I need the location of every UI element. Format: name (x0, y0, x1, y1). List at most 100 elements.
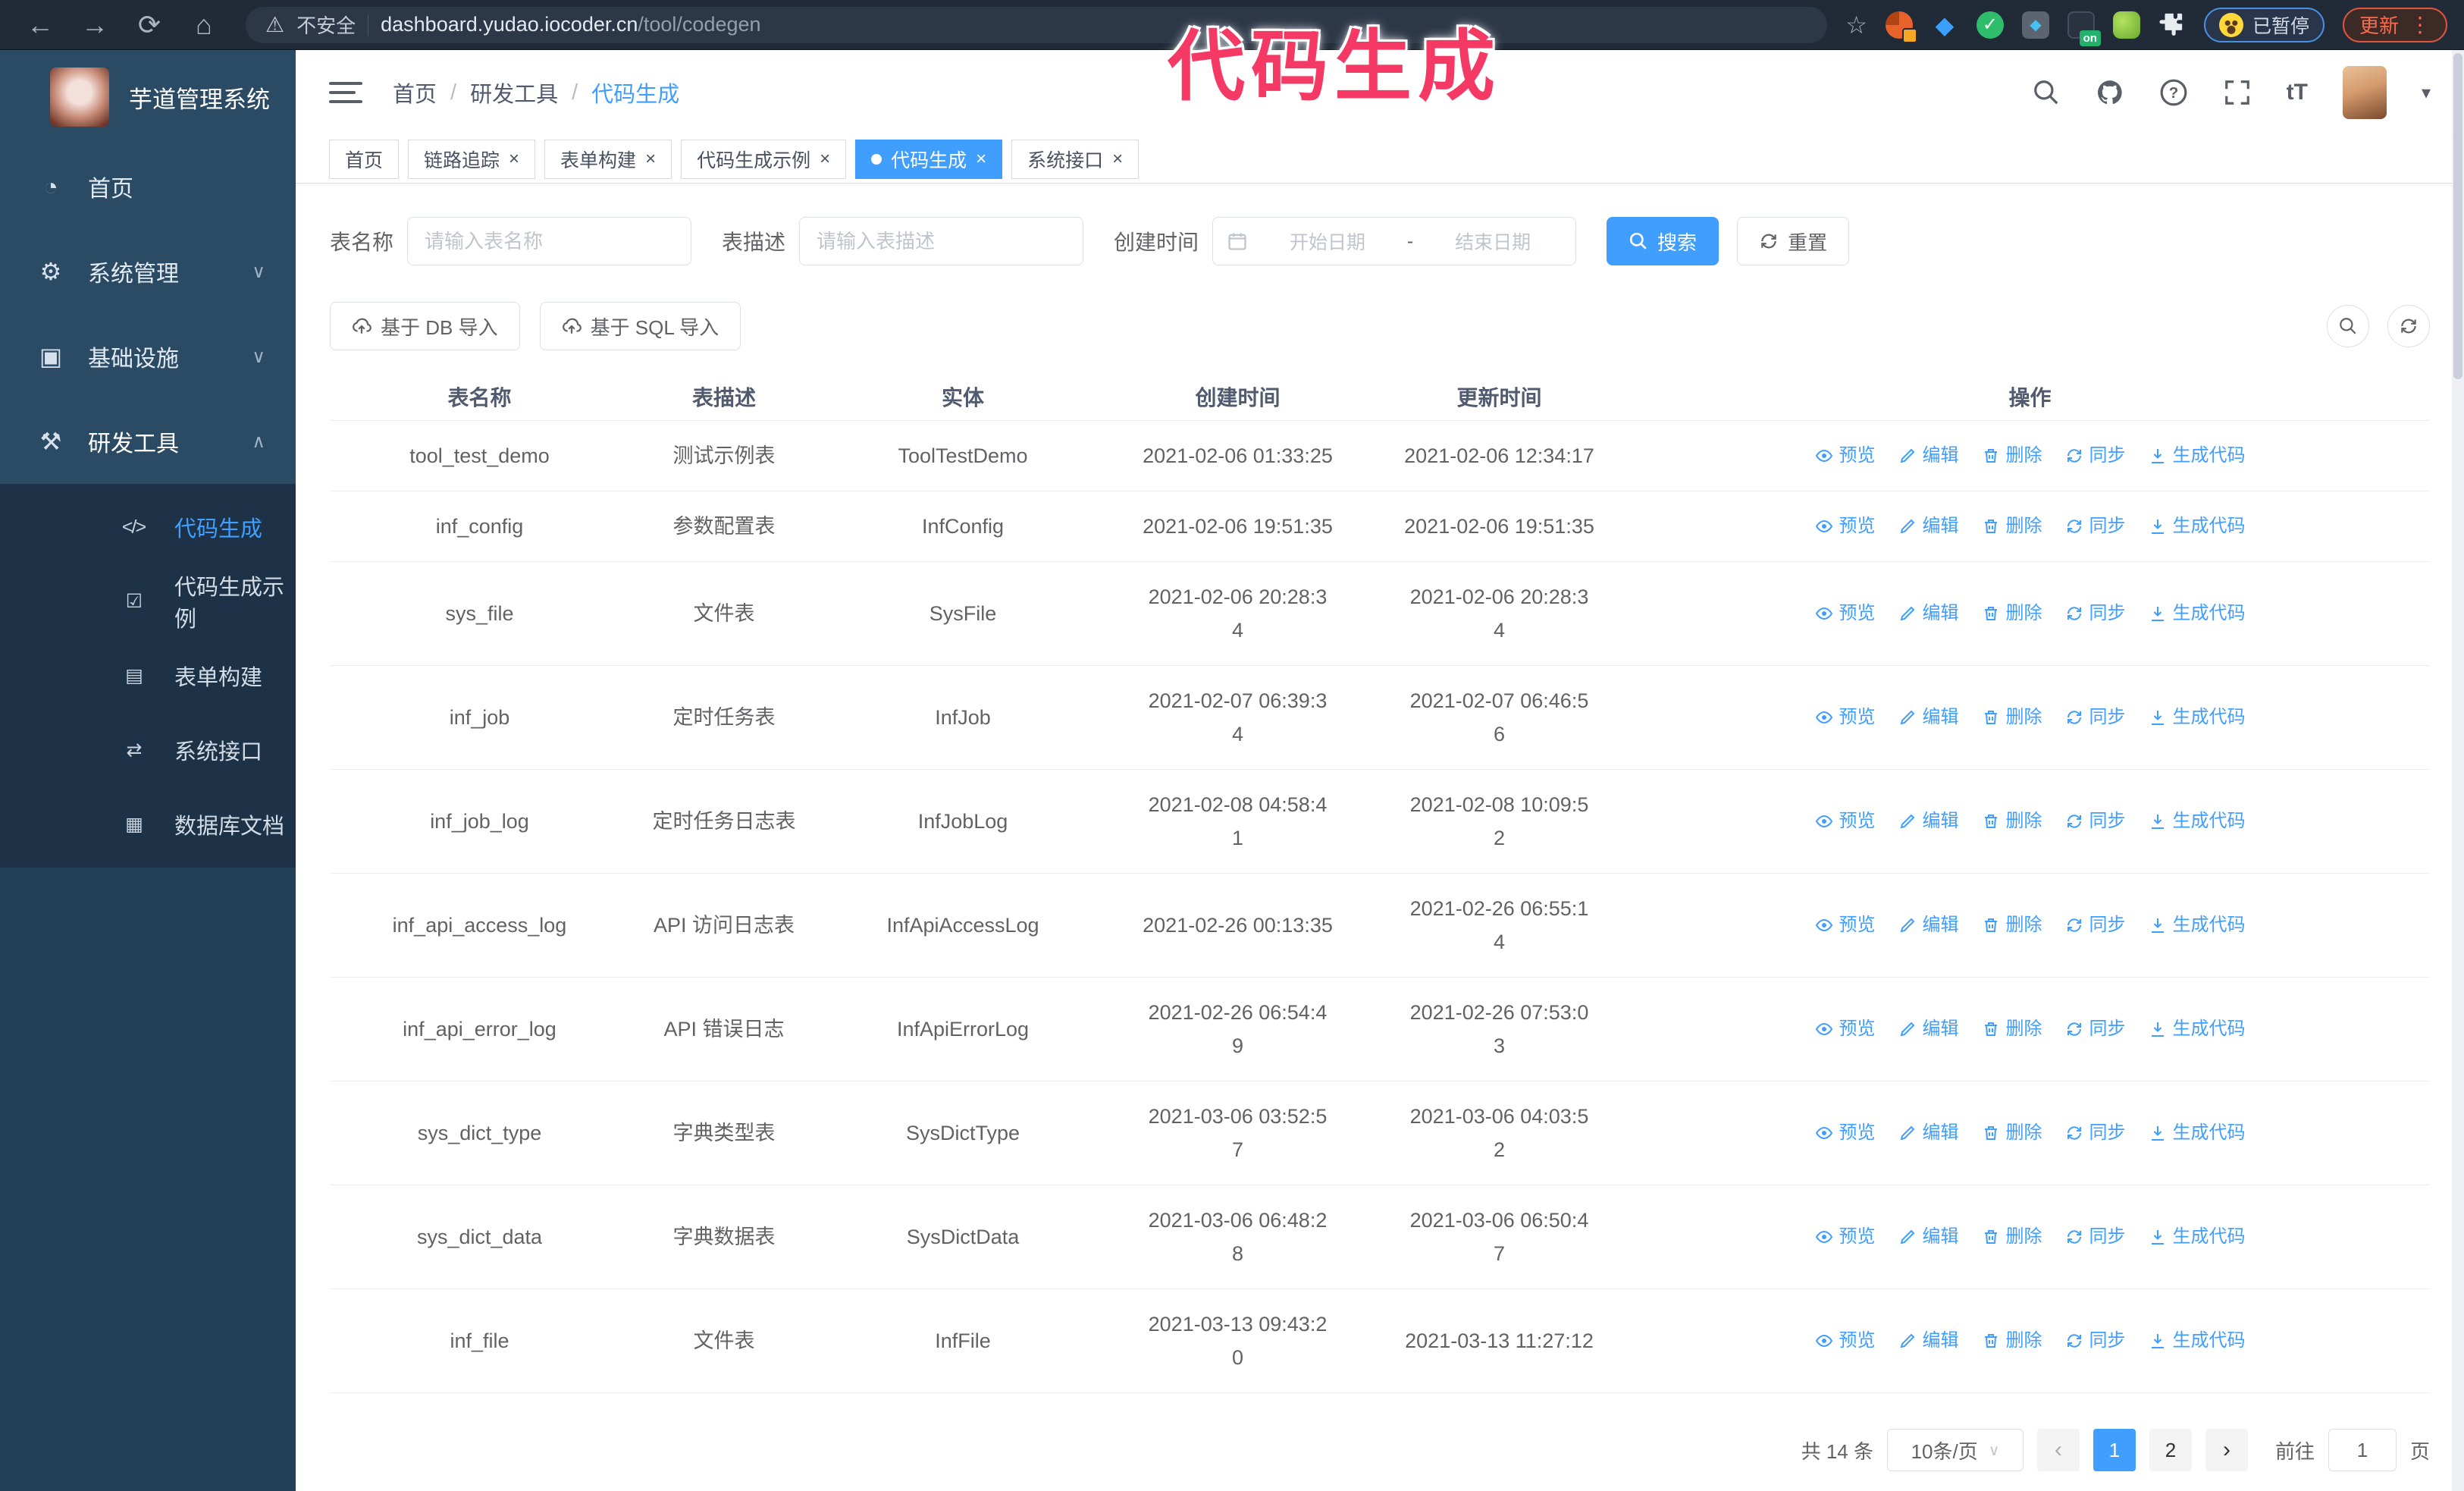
breadcrumb-dev-tools[interactable]: 研发工具 (470, 77, 558, 108)
delete-link[interactable]: 删除 (1982, 805, 2042, 838)
page-tab[interactable]: 表单构建 × (544, 139, 672, 179)
preview-link[interactable]: 预览 (1815, 597, 1876, 630)
delete-link[interactable]: 删除 (1982, 701, 2042, 734)
edit-link[interactable]: 编辑 (1898, 597, 1959, 630)
sidebar-submenu-item[interactable]: ⇄ 系统接口 (0, 713, 296, 787)
next-page-button[interactable]: › (2205, 1429, 2248, 1471)
bookmark-star-icon[interactable]: ☆ (1845, 11, 1867, 39)
generate-code-link[interactable]: 生成代码 (2149, 805, 2246, 838)
generate-code-link[interactable]: 生成代码 (2149, 1220, 2246, 1254)
tab-close-icon[interactable]: × (820, 149, 830, 168)
reset-button[interactable]: 重置 (1737, 217, 1850, 265)
generate-code-link[interactable]: 生成代码 (2149, 701, 2246, 734)
sync-link[interactable]: 同步 (2065, 909, 2126, 942)
delete-link[interactable]: 删除 (1982, 597, 2042, 630)
page-tab[interactable]: 链路追踪 × (408, 139, 536, 179)
table-desc-input[interactable] (799, 217, 1084, 265)
delete-link[interactable]: 删除 (1982, 909, 2042, 942)
search-button[interactable]: 搜索 (1607, 217, 1719, 265)
edit-link[interactable]: 编辑 (1898, 1012, 1959, 1046)
extension-icon-green-check[interactable]: ✓ (1976, 11, 2004, 39)
generate-code-link[interactable]: 生成代码 (2149, 1012, 2246, 1046)
browser-forward-button[interactable]: → (71, 7, 118, 43)
preview-link[interactable]: 预览 (1815, 439, 1876, 472)
sidebar-item[interactable]: ⚒ 研发工具 ∧ (0, 399, 296, 484)
sync-link[interactable]: 同步 (2065, 597, 2126, 630)
sidebar-submenu-item[interactable]: ☑ 代码生成示例 (0, 564, 296, 639)
page-tab[interactable]: 首页 × (329, 139, 400, 179)
text-size-icon[interactable]: tT (2287, 80, 2308, 105)
extension-icon-orange[interactable] (1885, 11, 1917, 43)
sidebar-logo-block[interactable]: 芋道管理系统 (0, 50, 296, 144)
generate-code-link[interactable]: 生成代码 (2149, 439, 2246, 472)
edit-link[interactable]: 编辑 (1898, 510, 1959, 543)
profile-paused-badge[interactable]: 已暂停 (2203, 7, 2324, 42)
extension-icon-leaf[interactable] (2112, 11, 2140, 39)
preview-link[interactable]: 预览 (1815, 701, 1876, 734)
page-tab[interactable]: 代码生成 × (855, 139, 1003, 179)
page-size-select[interactable]: 10条/页 ∨ (1886, 1429, 2024, 1471)
tab-close-icon[interactable]: × (645, 149, 656, 168)
help-icon[interactable]: ? (2159, 78, 2188, 107)
sidebar-submenu-item[interactable]: </> 代码生成 (0, 490, 296, 564)
preview-link[interactable]: 预览 (1815, 1116, 1876, 1150)
browser-update-button[interactable]: 更新 ⋮ (2342, 7, 2447, 42)
page-tab[interactable]: 系统接口 × (1011, 139, 1140, 179)
db-import-button[interactable]: 基于 DB 导入 (330, 302, 520, 350)
page-number-button[interactable]: 2 (2149, 1429, 2192, 1471)
generate-code-link[interactable]: 生成代码 (2149, 1116, 2246, 1150)
sync-link[interactable]: 同步 (2065, 1116, 2126, 1150)
edit-link[interactable]: 编辑 (1898, 1324, 1959, 1358)
address-bar[interactable]: ⚠ 不安全 dashboard.yudao.iocoder.cn/tool/co… (246, 6, 1828, 43)
delete-link[interactable]: 删除 (1982, 1012, 2042, 1046)
sync-link[interactable]: 同步 (2065, 1012, 2126, 1046)
generate-code-link[interactable]: 生成代码 (2149, 597, 2246, 630)
sql-import-button[interactable]: 基于 SQL 导入 (539, 302, 741, 350)
preview-link[interactable]: 预览 (1815, 510, 1876, 543)
sync-link[interactable]: 同步 (2065, 439, 2126, 472)
sidebar-item[interactable]: ▣ 基础设施 ∨ (0, 314, 296, 399)
page-tab[interactable]: 代码生成示例 × (681, 139, 847, 179)
edit-link[interactable]: 编辑 (1898, 1220, 1959, 1254)
avatar-caret-icon[interactable]: ▾ (2422, 82, 2431, 104)
github-icon[interactable] (2096, 78, 2124, 107)
sidebar-item[interactable]: ◔ 首页 (0, 144, 296, 229)
tab-close-icon[interactable]: × (509, 149, 519, 168)
delete-link[interactable]: 删除 (1982, 1220, 2042, 1254)
delete-link[interactable]: 删除 (1982, 510, 2042, 543)
edit-link[interactable]: 编辑 (1898, 1116, 1959, 1150)
collapse-sidebar-button[interactable] (329, 77, 362, 108)
preview-link[interactable]: 预览 (1815, 1324, 1876, 1358)
sidebar-submenu-item[interactable]: ▦ 数据库文档 (0, 787, 296, 862)
sync-link[interactable]: 同步 (2065, 1220, 2126, 1254)
sync-link[interactable]: 同步 (2065, 510, 2126, 543)
browser-back-button[interactable]: ← (17, 7, 64, 43)
generate-code-link[interactable]: 生成代码 (2149, 510, 2246, 543)
refresh-table-button[interactable] (2387, 305, 2430, 347)
browser-home-button[interactable]: ⌂ (180, 7, 227, 43)
tab-close-icon[interactable]: × (976, 149, 986, 168)
delete-link[interactable]: 删除 (1982, 1116, 2042, 1150)
delete-link[interactable]: 删除 (1982, 439, 2042, 472)
start-date-placeholder[interactable]: 开始日期 (1259, 228, 1397, 255)
security-label[interactable]: 不安全 (296, 11, 356, 39)
generate-code-link[interactable]: 生成代码 (2149, 909, 2246, 942)
tab-close-icon[interactable]: × (1112, 149, 1123, 168)
extension-icon-dark-on[interactable]: on (2067, 11, 2101, 46)
edit-link[interactable]: 编辑 (1898, 909, 1959, 942)
goto-page-input[interactable] (2328, 1429, 2397, 1471)
browser-reload-button[interactable]: ⟳ (126, 7, 173, 43)
sidebar-submenu-item[interactable]: ▤ 表单构建 (0, 639, 296, 713)
sidebar-item[interactable]: ⚙ 系统管理 ∨ (0, 229, 296, 314)
generate-code-link[interactable]: 生成代码 (2149, 1324, 2246, 1358)
delete-link[interactable]: 删除 (1982, 1324, 2042, 1358)
sync-link[interactable]: 同步 (2065, 805, 2126, 838)
table-name-input[interactable] (407, 217, 692, 265)
scrollbar-thumb[interactable] (2453, 53, 2462, 379)
edit-link[interactable]: 编辑 (1898, 701, 1959, 734)
edit-link[interactable]: 编辑 (1898, 805, 1959, 838)
page-number-button[interactable]: 1 (2093, 1429, 2136, 1471)
preview-link[interactable]: 预览 (1815, 909, 1876, 942)
preview-link[interactable]: 预览 (1815, 1220, 1876, 1254)
extension-icon-gem[interactable]: ◆ (1931, 11, 1958, 39)
